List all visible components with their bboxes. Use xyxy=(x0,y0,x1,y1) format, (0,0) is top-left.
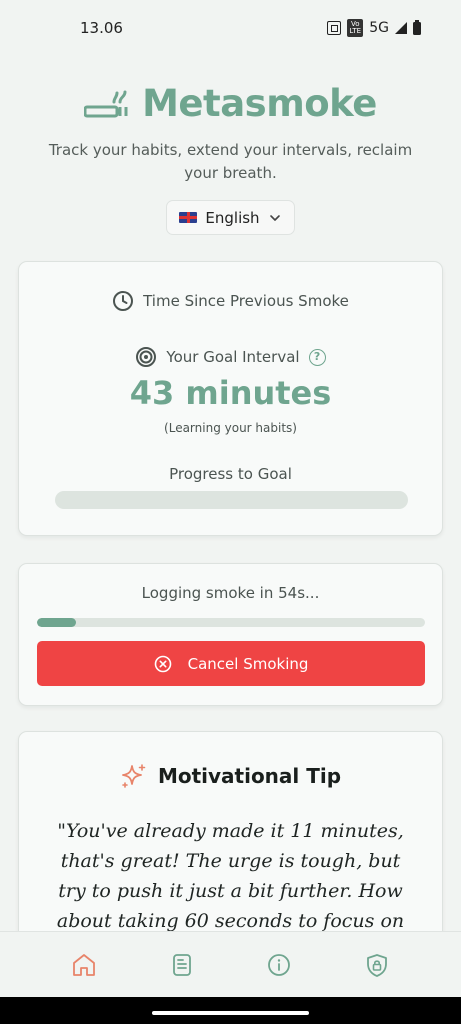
tip-title: Motivational Tip xyxy=(157,764,342,788)
app-title: Metasmoke xyxy=(142,82,377,125)
status-bar: 13.06 Vo LTE 5G xyxy=(0,0,461,56)
app-tagline: Track your habits, extend your intervals… xyxy=(48,141,413,182)
network-label: 5G xyxy=(369,20,389,36)
clock-icon xyxy=(113,291,134,311)
privacy-icon xyxy=(367,953,388,977)
time-since-row: Time Since Previous Smoke xyxy=(19,290,442,312)
volte-badge: Vo LTE xyxy=(347,19,364,37)
goal-row: Your Goal Interval ? xyxy=(19,346,442,368)
bottom-nav xyxy=(0,931,461,997)
uk-flag-icon xyxy=(179,212,198,223)
home-gesture-pill[interactable] xyxy=(152,1011,309,1015)
nav-info[interactable] xyxy=(264,950,294,980)
sparkle-icon xyxy=(122,764,146,788)
goal-note: (Learning your habits) xyxy=(164,421,297,435)
logging-card: Logging smoke in 54s... Cancel Smoking xyxy=(18,563,443,706)
logging-countdown-fill xyxy=(37,618,76,627)
cancel-smoking-button[interactable]: Cancel Smoking xyxy=(37,641,425,686)
cancel-smoking-label: Cancel Smoking xyxy=(187,654,309,673)
brand: Metasmoke xyxy=(0,82,461,125)
tip-title-row: Motivational Tip xyxy=(19,762,442,790)
info-icon xyxy=(268,953,291,976)
cancel-circle-icon xyxy=(154,655,171,672)
signal-icon xyxy=(395,22,407,34)
home-icon xyxy=(72,953,95,976)
nfc-icon xyxy=(327,21,342,35)
target-icon xyxy=(136,347,157,367)
language-label: English xyxy=(205,208,260,227)
log-icon xyxy=(172,953,191,976)
app-header: Metasmoke Track your habits, extend your… xyxy=(0,82,461,185)
battery-icon xyxy=(413,19,421,35)
status-icons: Vo LTE 5G xyxy=(327,19,421,37)
nav-privacy[interactable] xyxy=(362,950,392,980)
time-since-label: Time Since Previous Smoke xyxy=(143,292,349,310)
timer-card: Time Since Previous Smoke Your Goal Inte… xyxy=(18,261,443,536)
language-select[interactable]: English xyxy=(166,200,295,235)
nav-home[interactable] xyxy=(69,950,99,980)
system-nav-bar xyxy=(0,997,461,1024)
tip-card: Motivational Tip "You've already made it… xyxy=(18,731,443,961)
nav-log[interactable] xyxy=(167,950,197,980)
clock: 13.06 xyxy=(80,19,123,37)
smoke-logo-icon xyxy=(84,90,128,117)
help-icon[interactable]: ? xyxy=(308,348,326,366)
goal-progress-bar xyxy=(55,491,408,509)
chevron-down-icon xyxy=(269,214,280,221)
logging-countdown-bar xyxy=(37,618,425,627)
progress-label: Progress to Goal xyxy=(169,465,292,483)
goal-value: 43 minutes xyxy=(129,374,332,412)
logging-status: Logging smoke in 54s... xyxy=(141,584,320,602)
goal-label: Your Goal Interval xyxy=(166,348,300,366)
